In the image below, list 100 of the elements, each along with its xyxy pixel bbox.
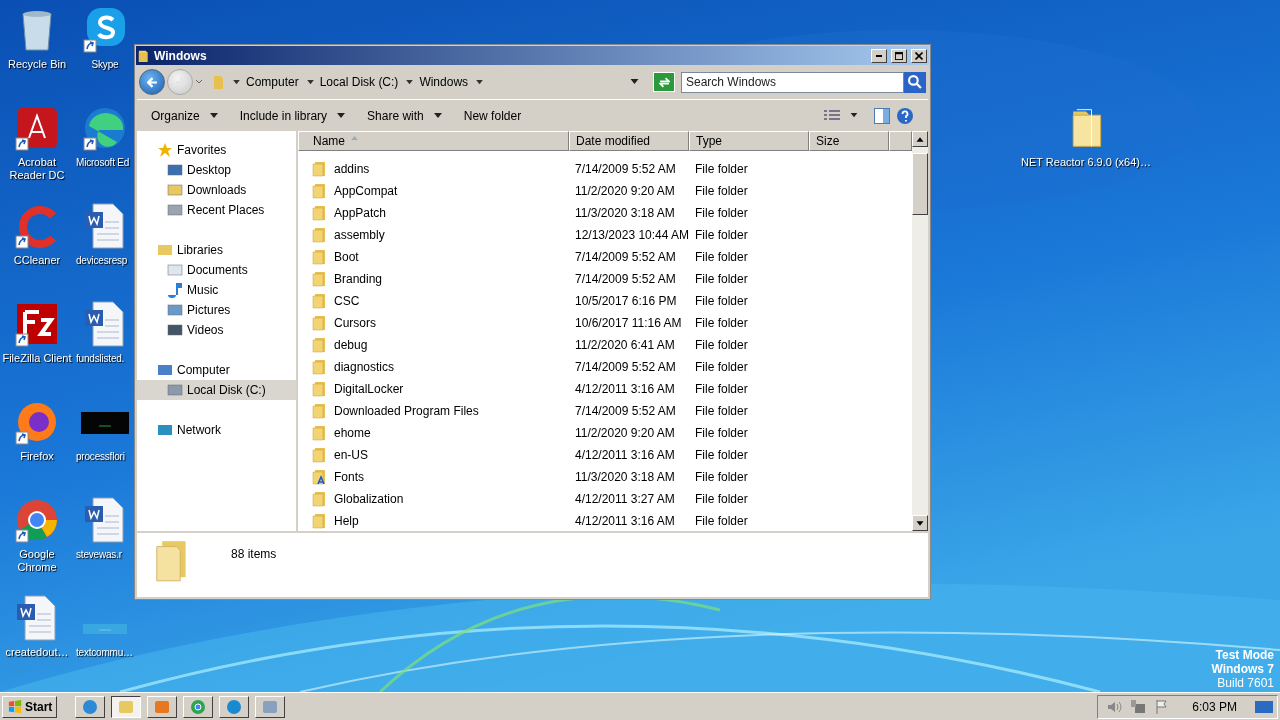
help-icon[interactable]: [896, 106, 914, 125]
file-name[interactable]: Cursors: [334, 316, 376, 330]
table-cell-text: File folder: [694, 492, 749, 506]
icon-label: Acrobat Reader DC: [8, 156, 66, 182]
file-name[interactable]: diagnostics: [334, 360, 395, 374]
view-icon[interactable]: [824, 109, 840, 122]
network-icon[interactable]: [1130, 698, 1147, 715]
taskbar-app[interactable]: [111, 695, 142, 718]
nav-item[interactable]: Downloads: [137, 180, 296, 200]
nav-item[interactable]: Pictures: [137, 300, 296, 320]
file-name[interactable]: ehome: [334, 426, 371, 440]
file-name[interactable]: Boot: [334, 250, 359, 264]
icon-label: Firefox: [20, 450, 54, 463]
nav-item[interactable]: Videos: [137, 320, 296, 340]
column-header[interactable]: Type: [689, 131, 809, 151]
toolbar-button[interactable]: Organize: [143, 104, 226, 127]
nav-item[interactable]: Recent Places: [137, 200, 296, 220]
file-name[interactable]: addins: [334, 162, 370, 176]
table-cell-text: 7/14/2009 5:52 AM: [574, 404, 677, 418]
caret-icon[interactable]: [406, 79, 414, 85]
icon-label: textcommu…: [76, 646, 133, 659]
close-button[interactable]: [911, 48, 927, 63]
scrollbar[interactable]: [912, 131, 928, 531]
icon-label: processflori: [76, 450, 125, 463]
nav-item[interactable]: Favorites: [137, 140, 296, 160]
preview-pane-icon[interactable]: [874, 107, 890, 124]
column-header[interactable]: Name: [298, 131, 569, 151]
minimize-icon: [876, 54, 882, 57]
search-field[interactable]: Search Windows: [681, 71, 904, 93]
table-cell-text: 4/12/2011 3:16 AM: [574, 382, 676, 396]
icon-label: CCleaner: [13, 254, 61, 267]
start-button[interactable]: Start: [2, 695, 58, 718]
scroll-up-button[interactable]: [912, 131, 928, 147]
folder-icon: [312, 381, 328, 397]
refresh-button[interactable]: [653, 72, 675, 92]
table-cell-text: 12/13/2023 10:44 AM: [574, 228, 689, 242]
toolbar-button[interactable]: Share with: [359, 104, 450, 127]
nav-item[interactable]: Desktop: [137, 160, 296, 180]
folder-icon: [312, 337, 328, 353]
file-name[interactable]: en-US: [334, 448, 368, 462]
caret-icon: [433, 113, 442, 118]
folder-icon: [312, 183, 328, 199]
scroll-thumb[interactable]: [912, 153, 928, 215]
arrow-icon: [146, 76, 158, 88]
nav-item[interactable]: Computer: [137, 360, 296, 380]
caret-icon[interactable]: [476, 79, 484, 85]
caret-icon[interactable]: [306, 79, 314, 85]
nav-icon: [167, 262, 183, 278]
icon-label: stevewas.r: [76, 548, 122, 561]
caret-icon[interactable]: [233, 79, 240, 85]
folder-icon: [312, 315, 328, 331]
file-name[interactable]: AppCompat: [334, 184, 398, 198]
dropdown-icon[interactable]: [630, 79, 639, 85]
icon-label: Skype: [91, 58, 119, 71]
search-icon: [908, 75, 922, 89]
file-name[interactable]: Branding: [334, 272, 383, 286]
icon-label: devicesresp: [76, 254, 128, 267]
nav-item[interactable]: Documents: [137, 260, 296, 280]
file-name[interactable]: assembly: [334, 228, 385, 242]
nav-icon: [157, 422, 173, 438]
breadcrumb[interactable]: Windows: [419, 75, 469, 89]
file-name[interactable]: Help: [334, 514, 359, 528]
maximize-button[interactable]: [891, 48, 907, 63]
column-header[interactable]: Date modified: [569, 131, 689, 151]
file-name[interactable]: DigitalLocker: [334, 382, 404, 396]
file-name[interactable]: Globalization: [334, 492, 404, 506]
icon-label: FileZilla Client: [2, 352, 72, 365]
table-cell-text: 7/14/2009 5:52 AM: [574, 360, 677, 374]
file-name[interactable]: Fonts: [334, 470, 364, 484]
file-name[interactable]: CSC: [334, 294, 360, 308]
nav-item[interactable]: Local Disk (C:): [137, 380, 296, 400]
minimize-button[interactable]: [871, 48, 887, 63]
system-text: Windows 7: [1211, 662, 1274, 676]
clock[interactable]: 6:03 PM: [1192, 699, 1237, 714]
nav-item[interactable]: Libraries: [137, 240, 296, 260]
table-cell-text: File folder: [694, 448, 749, 462]
folder-icon: [312, 205, 328, 221]
file-name[interactable]: debug: [334, 338, 368, 352]
toolbar-button[interactable]: New folder: [455, 104, 530, 127]
table-cell-text: 10/5/2017 6:16 PM: [574, 294, 678, 308]
back-button[interactable]: [139, 69, 165, 95]
icon-label: NET Reactor 6.9.0 (x64)…: [1021, 156, 1151, 169]
caret-icon: [209, 113, 218, 118]
toolbar-button[interactable]: Include in library: [231, 104, 354, 127]
caret-icon: [337, 113, 346, 118]
breadcrumb[interactable]: Computer: [246, 75, 299, 89]
file-name[interactable]: AppPatch: [334, 206, 387, 220]
column-header[interactable]: Size: [809, 131, 889, 151]
item-count: 88 items: [231, 547, 277, 561]
breadcrumb[interactable]: Local Disk (C:): [319, 75, 399, 89]
file-name[interactable]: Downloaded Program Files: [334, 404, 479, 418]
caret-icon[interactable]: [850, 113, 858, 118]
scroll-down-button[interactable]: [912, 515, 928, 531]
search-button[interactable]: [904, 71, 926, 93]
show-desktop-icon[interactable]: [1255, 699, 1273, 714]
nav-item[interactable]: Network: [137, 420, 296, 440]
icon-label: Recycle Bin: [7, 58, 67, 71]
table-cell-text: File folder: [694, 250, 749, 264]
table-cell-text: 4/12/2011 3:16 AM: [574, 448, 676, 462]
nav-item[interactable]: Music: [137, 280, 296, 300]
